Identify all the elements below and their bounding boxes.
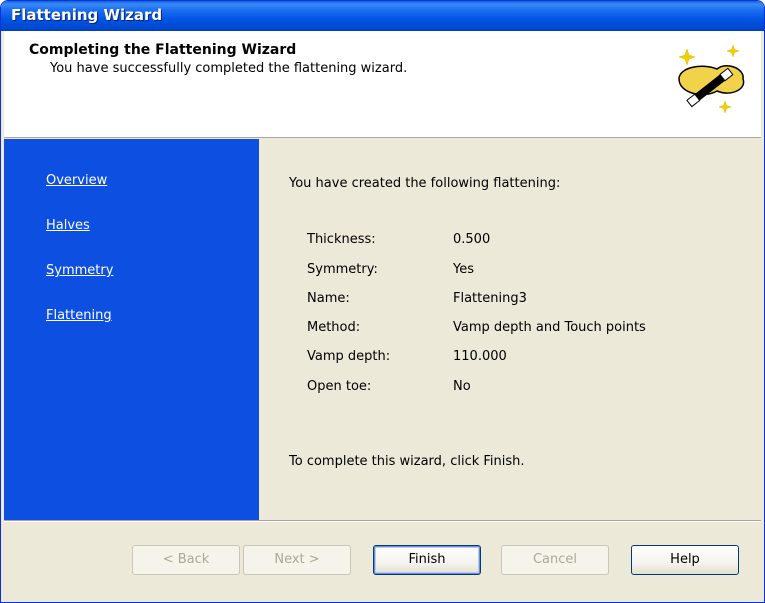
- summary-row-symmetry: Symmetry: Yes: [307, 262, 747, 282]
- wizard-nav-sidebar: Overview Halves Symmetry Flattening: [4, 139, 259, 520]
- summary-value: Yes: [453, 262, 474, 277]
- wizard-button-bar: < Back Next > Finish Cancel Help: [4, 520, 761, 601]
- summary-value: Flattening3: [453, 291, 527, 306]
- title-bar[interactable]: Flattening Wizard: [1, 1, 764, 31]
- summary-value: 0.500: [453, 232, 491, 247]
- finish-button[interactable]: Finish: [373, 545, 481, 575]
- sidebar-item-overview[interactable]: Overview: [46, 173, 107, 188]
- summary-label: Method:: [307, 320, 361, 335]
- summary-row-vamp-depth: Vamp depth: 110.000: [307, 349, 747, 369]
- help-button[interactable]: Help: [631, 545, 739, 575]
- summary-label: Name:: [307, 291, 350, 306]
- flattening-wizard-window: Flattening Wizard Completing the Flatten…: [0, 0, 765, 603]
- summary-row-name: Name: Flattening3: [307, 291, 747, 311]
- summary-label: Open toe:: [307, 379, 372, 394]
- summary-value: Vamp depth and Touch points: [453, 320, 646, 335]
- summary-row-open-toe: Open toe: No: [307, 379, 747, 399]
- summary-intro: You have created the following flattenin…: [289, 176, 561, 191]
- summary-label: Vamp depth:: [307, 349, 391, 364]
- summary-value: No: [453, 379, 471, 394]
- back-button[interactable]: < Back: [132, 545, 240, 575]
- summary-label: Symmetry:: [307, 262, 378, 277]
- wizard-content: You have created the following flattenin…: [259, 139, 761, 520]
- summary-label: Thickness:: [307, 232, 376, 247]
- finish-instructions: To complete this wizard, click Finish.: [289, 454, 525, 469]
- sidebar-item-symmetry[interactable]: Symmetry: [46, 263, 113, 278]
- cancel-button[interactable]: Cancel: [501, 545, 609, 575]
- summary-row-thickness: Thickness: 0.500: [307, 232, 747, 252]
- next-button[interactable]: Next >: [243, 545, 351, 575]
- magic-wand-icon: [678, 44, 745, 114]
- summary-row-method: Method: Vamp depth and Touch points: [307, 320, 747, 340]
- header-title: Completing the Flattening Wizard: [29, 42, 297, 58]
- wizard-header: Completing the Flattening Wizard You hav…: [4, 31, 761, 138]
- header-subtitle: You have successfully completed the flat…: [50, 61, 408, 76]
- window-title: Flattening Wizard: [11, 6, 163, 24]
- sidebar-item-halves[interactable]: Halves: [46, 218, 90, 233]
- summary-value: 110.000: [453, 349, 507, 364]
- sidebar-item-flattening[interactable]: Flattening: [46, 308, 112, 323]
